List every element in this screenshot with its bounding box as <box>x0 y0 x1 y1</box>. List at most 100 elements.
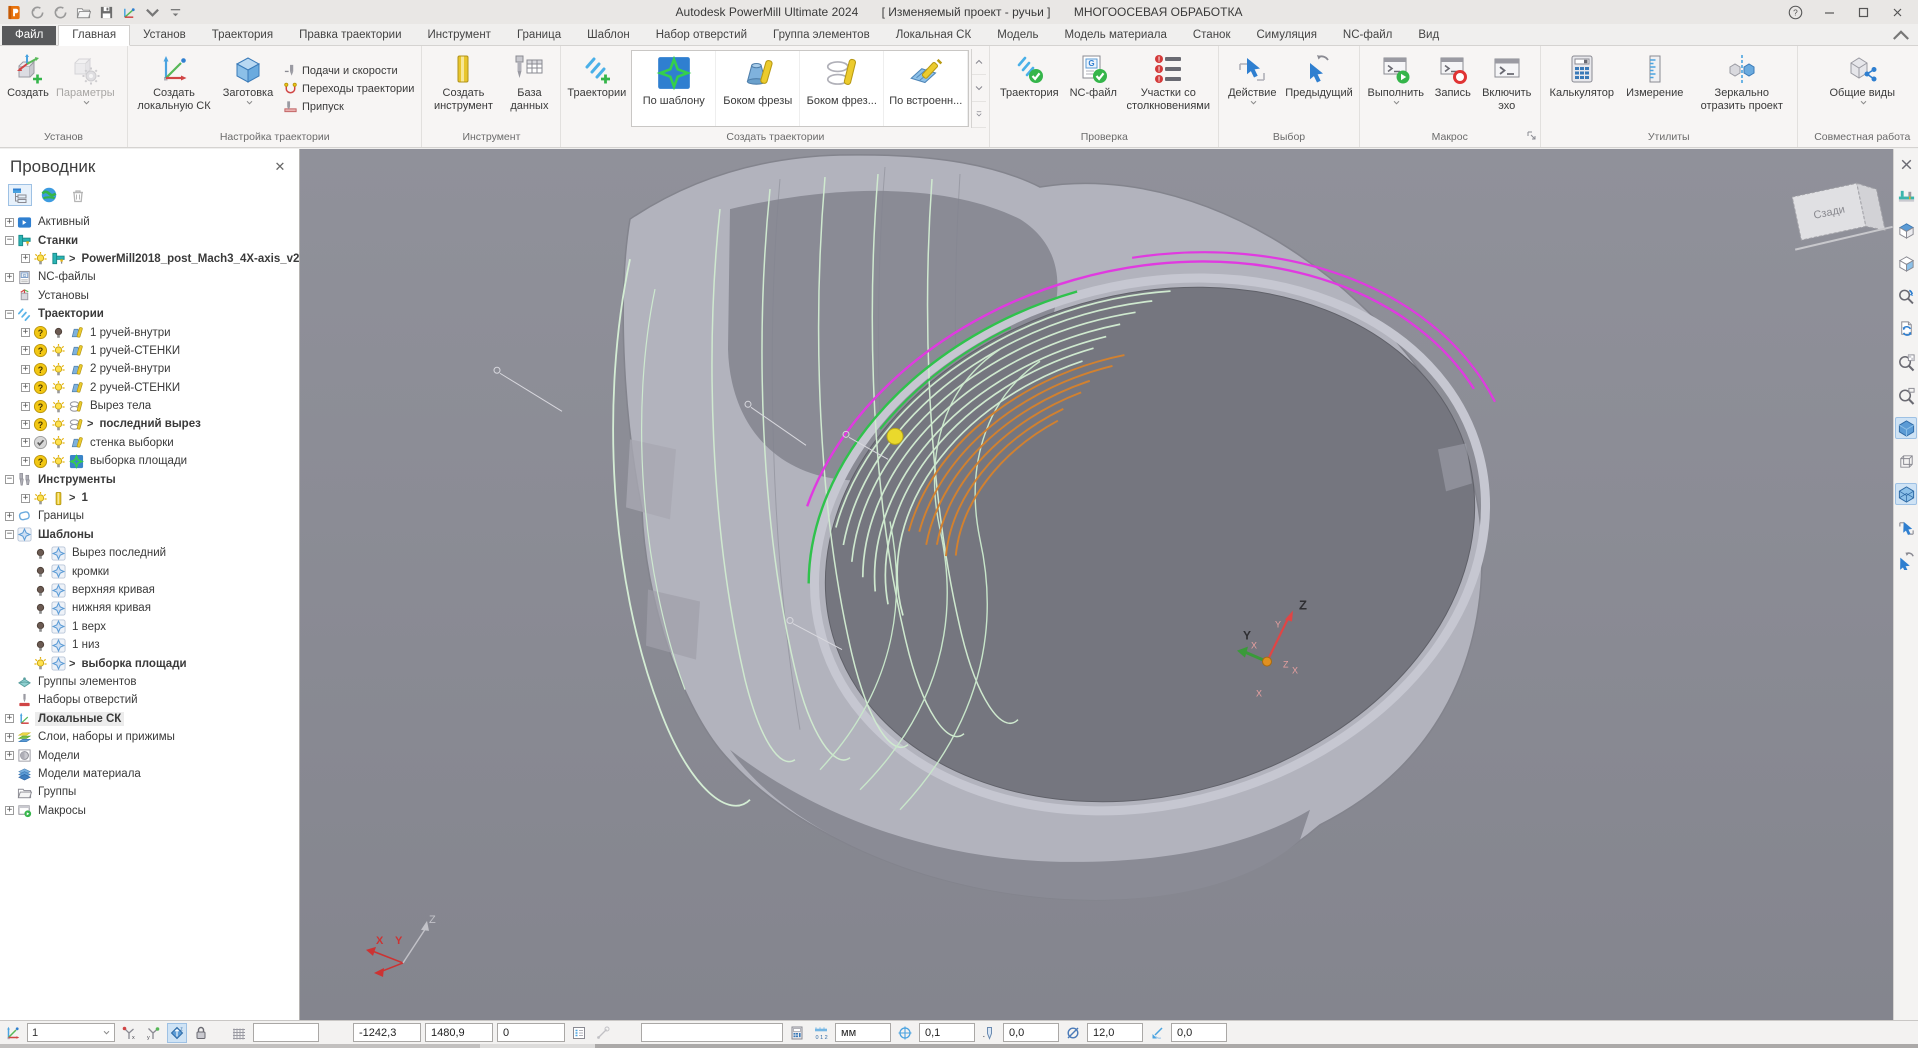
cursor-y-field[interactable] <box>425 1023 493 1042</box>
strategy-item[interactable]: По встроенн... <box>884 51 969 126</box>
explorer-web-button[interactable] <box>37 184 61 206</box>
ruler-icon[interactable]: 0 1 2 <box>811 1023 831 1043</box>
bulbOn-icon[interactable] <box>51 417 66 432</box>
macro-run-button[interactable]: Выполнить <box>1363 49 1429 128</box>
viewport-3d[interactable]: Z Y Y X Z X X X Y Z Сзади <box>300 149 1893 1020</box>
wireframe-view-button[interactable] <box>1895 450 1917 472</box>
coord-list-icon[interactable] <box>569 1023 589 1043</box>
tab-ribbon[interactable]: Модель материала <box>1051 26 1179 45</box>
bulbOn-icon[interactable] <box>33 491 48 506</box>
tree-item-label[interactable]: выборка площади <box>78 657 189 671</box>
mirror-project-button[interactable]: Зеркально отразить проект <box>1690 49 1794 128</box>
tree-item-label[interactable]: Вырез последний <box>69 546 169 560</box>
tree-item-label[interactable]: нижняя кривая <box>69 601 154 615</box>
expand-icon[interactable]: + <box>21 456 30 466</box>
collapse-icon[interactable]: − <box>5 530 14 540</box>
tree-item-label[interactable]: 2 ручей-СТЕНКИ <box>87 381 183 395</box>
tree-item-label[interactable]: Локальные СК <box>35 711 125 726</box>
undo-icon[interactable] <box>29 4 46 21</box>
explorer-close-icon[interactable]: ✕ <box>271 159 289 175</box>
thickness-button[interactable]: Припуск <box>283 99 414 114</box>
tree-item-label[interactable]: 1 низ <box>69 638 103 652</box>
gallery-scroll-down-icon[interactable] <box>972 75 987 102</box>
expand-icon[interactable]: + <box>21 328 30 338</box>
expand-icon[interactable]: + <box>21 493 30 503</box>
tree-item-label[interactable]: выборка площади <box>87 454 190 468</box>
tree-item-label[interactable]: стенка выборки <box>87 436 177 450</box>
expand-icon[interactable]: + <box>21 438 30 448</box>
tree-item-label[interactable]: 1 верх <box>69 620 109 634</box>
tab-ribbon[interactable]: Граница <box>504 26 574 45</box>
shaded-wireframe-view-button[interactable] <box>1895 483 1917 505</box>
bulbOn-icon[interactable] <box>51 454 66 469</box>
tree-item-label[interactable]: Вырез тела <box>87 399 154 413</box>
tab-ribbon[interactable]: Главная <box>58 25 131 46</box>
pick-y-axis-icon[interactable]: y <box>143 1023 163 1043</box>
units-calc-icon[interactable] <box>787 1023 807 1043</box>
expand-icon[interactable]: + <box>21 364 30 374</box>
tree-item-label[interactable]: Слои, наборы и прижимы <box>35 730 178 744</box>
grid-icon[interactable] <box>229 1023 249 1043</box>
tree-item-label[interactable]: Станки <box>35 234 81 248</box>
bulbOff-icon[interactable] <box>33 583 48 598</box>
tool-diameter-field[interactable] <box>1087 1023 1143 1042</box>
strategy-item[interactable]: Боком фрез... <box>800 51 885 126</box>
expand-icon[interactable]: + <box>21 383 30 393</box>
tab-ribbon[interactable]: Модель <box>984 26 1051 45</box>
create-setup-button[interactable]: Создать <box>3 49 53 128</box>
iso-view-button[interactable] <box>1895 219 1917 241</box>
collisions-button[interactable]: !!! Участки со столкновениями <box>1121 49 1215 128</box>
stock-button[interactable]: Заготовка <box>217 49 279 128</box>
shared-views-button[interactable]: Общие виды <box>1826 49 1898 128</box>
zoom-to-fit-button[interactable] <box>1895 351 1917 373</box>
azimuth-field[interactable] <box>1171 1023 1227 1042</box>
collapse-ribbon-icon[interactable] <box>1892 27 1910 43</box>
expand-icon[interactable]: + <box>5 217 14 227</box>
toolpath-links-button[interactable]: Переходы траектории <box>283 81 414 96</box>
bulbOff-icon[interactable] <box>33 546 48 561</box>
minimize-button[interactable] <box>1814 2 1844 22</box>
gallery-expand-icon[interactable] <box>972 102 987 128</box>
tree-item-label[interactable]: Модели материала <box>35 767 144 781</box>
expand-icon[interactable]: + <box>5 272 14 282</box>
macro-dialog-launcher-icon[interactable] <box>1526 130 1538 142</box>
expand-icon[interactable]: + <box>21 346 30 356</box>
tree-item-label[interactable]: 1 ручей-СТЕНКИ <box>87 344 183 358</box>
tree-item-label[interactable]: PowerMill2018_post_Mach3_4X-axis_v2 <box>78 252 299 266</box>
expand-icon[interactable]: + <box>21 419 30 429</box>
tree-item-label[interactable]: 1 <box>78 491 90 505</box>
strategy-item[interactable]: Боком фрезы <box>716 51 801 126</box>
tree-item-label[interactable]: Модели <box>35 749 83 763</box>
bulbOn-icon[interactable] <box>33 251 48 266</box>
bulbOn-icon[interactable] <box>51 362 66 377</box>
units-field[interactable] <box>835 1023 891 1042</box>
tree-item-label[interactable]: верхняя кривая <box>69 583 158 597</box>
collapse-icon[interactable]: − <box>5 309 14 319</box>
tab-ribbon[interactable]: Группа элементов <box>760 26 883 45</box>
tab-ribbon[interactable]: Станок <box>1180 26 1244 45</box>
setup-params-button[interactable]: Параметры <box>53 49 118 128</box>
bulbOff-icon[interactable] <box>33 638 48 653</box>
bulbOn-icon[interactable] <box>51 380 66 395</box>
tab-ribbon[interactable]: Локальная СК <box>883 26 985 45</box>
verify-ncfile-button[interactable]: G NC-файл <box>1065 49 1121 128</box>
close-button[interactable] <box>1882 2 1912 22</box>
collapse-icon[interactable]: − <box>5 236 14 246</box>
save-project-icon[interactable] <box>98 4 115 21</box>
bulbOn-icon[interactable] <box>51 399 66 414</box>
tree-item-label[interactable]: Установы <box>35 289 92 303</box>
tab-ribbon[interactable]: Вид <box>1405 26 1452 45</box>
expand-icon[interactable]: + <box>21 254 30 264</box>
tree-item-label[interactable]: 1 ручей-внутри <box>87 326 174 340</box>
bulbOn-icon[interactable] <box>51 435 66 450</box>
select-box-button[interactable] <box>1895 516 1917 538</box>
tree-item-label[interactable]: Активный <box>35 215 93 229</box>
view-orientation-button[interactable] <box>1895 252 1917 274</box>
tab-ribbon[interactable]: Установ <box>130 26 199 45</box>
tab-ribbon[interactable]: Инструмент <box>415 26 504 45</box>
expand-icon[interactable]: + <box>5 751 14 761</box>
tree-item-label[interactable]: NC-файлы <box>35 270 99 284</box>
tab-ribbon[interactable]: NC-файл <box>1330 26 1405 45</box>
expand-icon[interactable]: + <box>5 714 14 724</box>
tree-item-label[interactable]: Траектории <box>35 307 107 321</box>
